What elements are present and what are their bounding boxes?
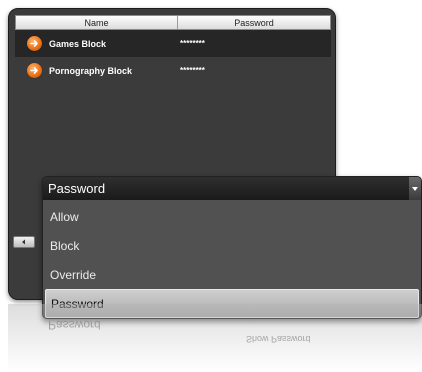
row-name-label: Pornography Block	[49, 65, 133, 76]
arrow-right-icon[interactable]	[27, 63, 42, 78]
column-header-password[interactable]: Password	[178, 16, 330, 29]
row-name-label: Games Block	[49, 38, 107, 49]
row-password-cell: ********	[180, 39, 205, 48]
dropdown-option-block[interactable]: Block	[45, 231, 419, 260]
dropdown-option-allow[interactable]: Allow	[45, 202, 419, 231]
dropdown-toggle-button[interactable]	[409, 177, 421, 200]
row-name-cell: Games Block	[15, 36, 177, 51]
dropdown-options: Allow Block Override Password	[43, 200, 421, 318]
arrow-right-icon[interactable]	[27, 36, 42, 51]
chevron-left-icon	[22, 239, 25, 245]
reflection-field-text: Password	[48, 318, 101, 332]
table-row[interactable]: Pornography Block ********	[15, 57, 331, 84]
dropdown-option-override[interactable]: Override	[45, 260, 419, 289]
dropdown-selected[interactable]: Password	[43, 177, 421, 200]
column-header-name[interactable]: Name	[16, 16, 178, 29]
table-row[interactable]: Games Block ********	[15, 30, 331, 57]
scroll-left-button[interactable]	[13, 236, 35, 248]
panel-reflection: Password Show Password	[8, 304, 422, 372]
dropdown-selected-value: Password	[48, 181, 106, 196]
password-mode-dropdown[interactable]: Password Allow Block Override Password	[42, 176, 422, 319]
reflection-checkbox-text: Show Password	[246, 334, 311, 344]
grid-header: Name Password	[15, 15, 331, 30]
chevron-down-icon	[412, 186, 418, 191]
row-name-cell: Pornography Block	[15, 63, 177, 78]
row-password-cell: ********	[180, 66, 205, 75]
stage: Name Password Games Block ******** Porno…	[0, 0, 422, 372]
